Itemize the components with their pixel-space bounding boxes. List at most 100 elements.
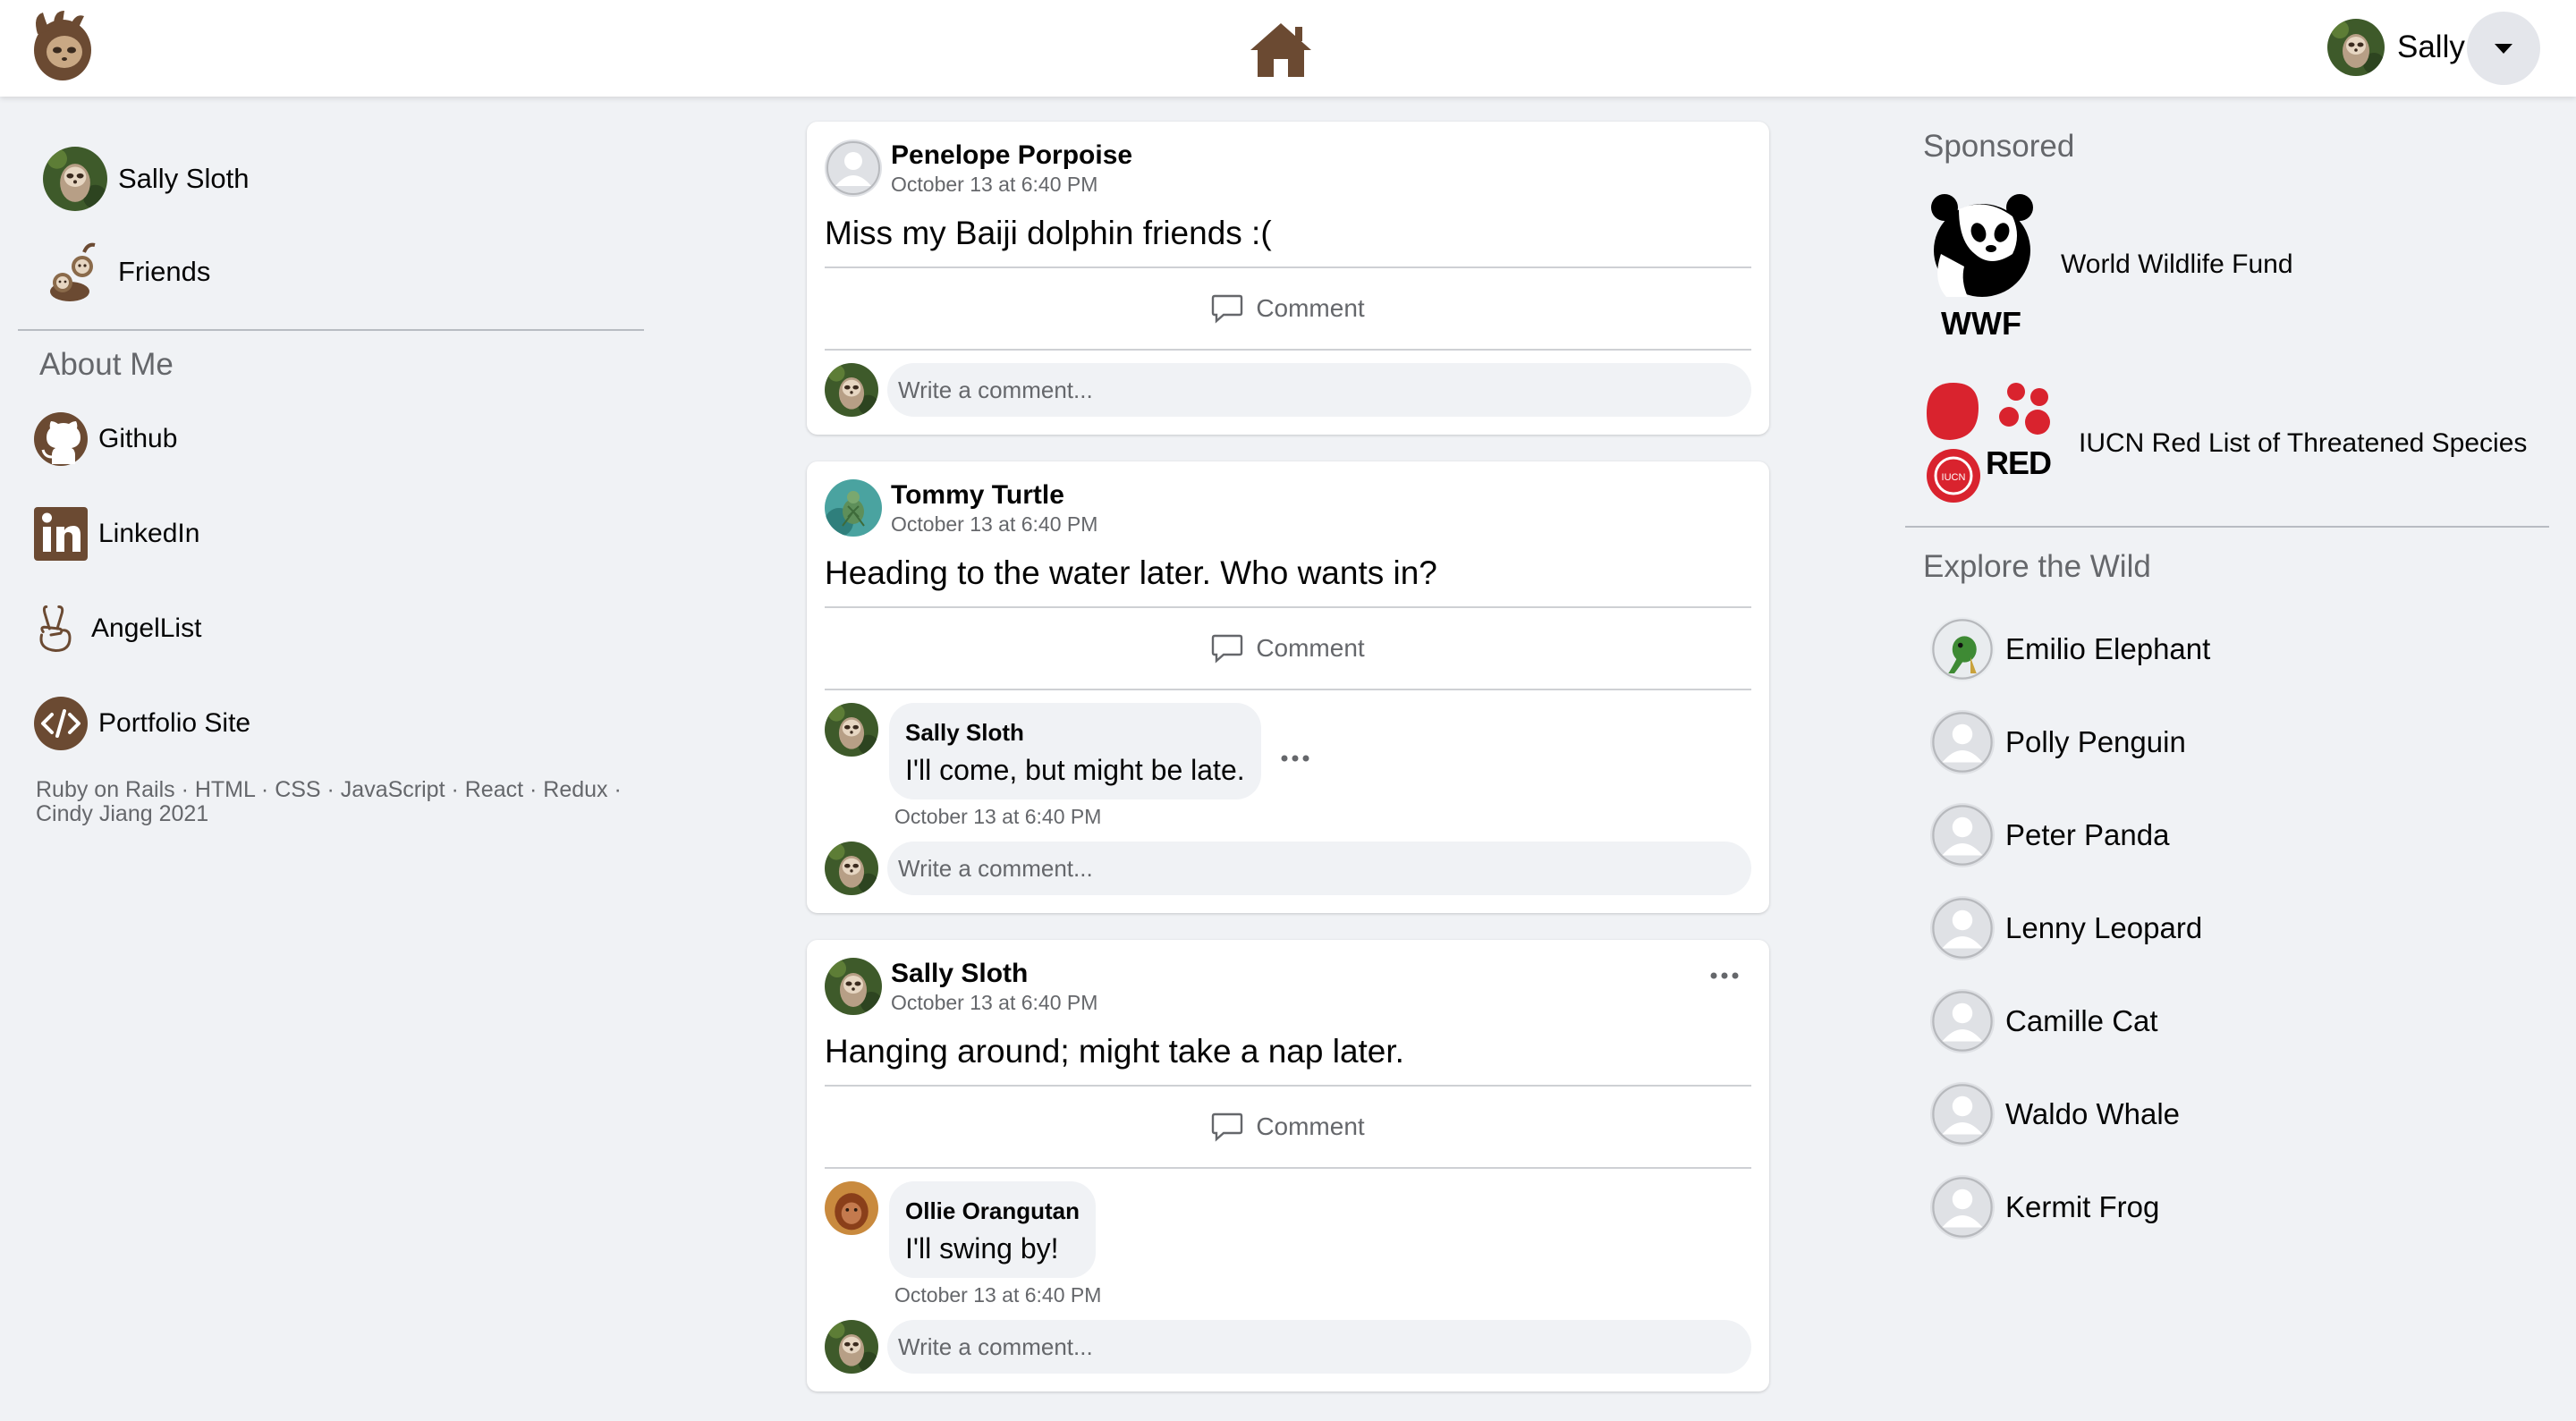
explore-name: Kermit Frog: [2005, 1190, 2160, 1223]
angellist-link[interactable]: AngelList: [18, 581, 644, 676]
caret-down-icon: [2495, 44, 2512, 54]
post-card: Penelope Porpoise October 13 at 6:40 PM …: [807, 122, 1769, 435]
post-header: Penelope Porpoise October 13 at 6:40 PM: [825, 140, 1751, 197]
comment-button[interactable]: Comment: [1211, 293, 1365, 324]
post-timestamp: October 13 at 6:40 PM: [891, 172, 1098, 196]
linkedin-label: LinkedIn: [98, 519, 200, 548]
sloth-logo-icon[interactable]: [27, 7, 98, 84]
linkedin-link[interactable]: LinkedIn: [18, 486, 644, 581]
avatar: [825, 1320, 878, 1374]
explore-item[interactable]: Peter Panda: [1905, 789, 2549, 882]
comment-bubble: Ollie Orangutan I'll swing by!: [889, 1181, 1097, 1278]
sidebar-item-profile[interactable]: Sally Sloth: [18, 132, 644, 225]
comment: Ollie Orangutan I'll swing by!: [825, 1181, 1751, 1278]
comment-author[interactable]: Sally Sloth: [905, 719, 1245, 747]
github-label: Github: [98, 424, 178, 453]
user-name: Sally: [2397, 30, 2465, 64]
post-card: Tommy Turtle October 13 at 6:40 PM Headi…: [807, 461, 1769, 913]
home-icon[interactable]: [1249, 21, 1313, 79]
sidebar-item-friends[interactable]: Friends: [18, 225, 644, 318]
svg-text:IUCN: IUCN: [1942, 472, 1966, 483]
avatar[interactable]: [825, 479, 882, 537]
top-nav: Sally: [0, 0, 2576, 97]
post-body: Miss my Baiji dolphin friends :(: [825, 215, 1272, 251]
comment-input[interactable]: [887, 1320, 1751, 1374]
more-options-icon[interactable]: [1277, 749, 1313, 767]
comment-button[interactable]: Comment: [1211, 633, 1365, 664]
avatar: [1930, 1082, 1995, 1146]
avatar: [1930, 896, 1995, 960]
comment-input[interactable]: [887, 842, 1751, 895]
avatar: [1930, 989, 1995, 1053]
comment-button-label: Comment: [1256, 294, 1365, 322]
comment-bubble: Sally Sloth I'll come, but might be late…: [889, 703, 1261, 799]
post-card: Sally Sloth October 13 at 6:40 PM Hangin…: [807, 940, 1769, 1391]
avatar: [43, 147, 107, 211]
portfolio-label: Portfolio Site: [98, 708, 251, 738]
divider: [825, 689, 1751, 690]
angellist-label: AngelList: [91, 613, 202, 643]
about-me-heading: About Me: [39, 347, 174, 382]
explore-item[interactable]: Polly Penguin: [1905, 696, 2549, 789]
comment-icon: [1211, 633, 1243, 664]
account-menu-button[interactable]: [2467, 12, 2540, 85]
comment-input[interactable]: [887, 363, 1751, 417]
explore-name: Emilio Elephant: [2005, 632, 2211, 665]
code-icon: [34, 697, 88, 750]
iucn-redlist-logo-icon: IUCN RED LIST: [1927, 383, 2057, 503]
tech-stack-footer: Ruby on Rails · HTML · CSS · JavaScript …: [36, 777, 622, 826]
explore-name: Polly Penguin: [2005, 725, 2186, 758]
explore-item[interactable]: Camille Cat: [1905, 975, 2549, 1068]
explore-item[interactable]: Emilio Elephant: [1905, 603, 2549, 696]
news-feed: Penelope Porpoise October 13 at 6:40 PM …: [807, 122, 1769, 1418]
avatar: [1930, 803, 1995, 867]
user-profile-chip[interactable]: Sally: [2315, 18, 2465, 77]
comment-author[interactable]: Ollie Orangutan: [905, 1197, 1080, 1225]
sponsor-item-wwf[interactable]: WWF World Wildlife Fund: [1905, 191, 2549, 338]
comment-button[interactable]: Comment: [1211, 1112, 1365, 1142]
avatar: [2327, 19, 2385, 76]
explore-item[interactable]: Lenny Leopard: [1905, 882, 2549, 975]
comment-button-label: Comment: [1256, 1112, 1365, 1140]
explore-name: Lenny Leopard: [2005, 911, 2203, 944]
post-body: Hanging around; might take a nap later.: [825, 1033, 1404, 1070]
portfolio-link[interactable]: Portfolio Site: [18, 676, 644, 771]
iucn-logo-text: RED LIST: [1986, 444, 2057, 481]
wwf-logo-icon: WWF: [1931, 194, 2033, 338]
right-sidebar: Sponsored WWF World Wildlife Fund IUCN R…: [1905, 97, 2549, 1254]
avatar: [1930, 710, 1995, 774]
sponsor-item-iucn[interactable]: IUCN RED LIST IUCN Red List of Threatene…: [1905, 381, 2549, 506]
sidebar-item-label: Sally Sloth: [118, 163, 250, 194]
linkedin-icon: [34, 507, 88, 561]
avatar[interactable]: [825, 703, 878, 757]
post-header: Tommy Turtle October 13 at 6:40 PM: [825, 479, 1751, 537]
comment: Sally Sloth I'll come, but might be late…: [825, 703, 1751, 799]
comment-text: I'll come, but might be late.: [905, 754, 1245, 786]
explore-item[interactable]: Waldo Whale: [1905, 1068, 2549, 1161]
github-link[interactable]: Github: [18, 392, 644, 486]
post-body: Heading to the water later. Who wants in…: [825, 554, 1437, 591]
post-author[interactable]: Sally Sloth: [891, 959, 1097, 989]
explore-name: Camille Cat: [2005, 1004, 2158, 1037]
comment-icon: [1211, 1112, 1243, 1142]
avatar[interactable]: [825, 958, 882, 1015]
more-options-icon[interactable]: [1707, 967, 1742, 985]
post-author[interactable]: Tommy Turtle: [891, 480, 1097, 511]
comment-button-label: Comment: [1256, 634, 1365, 662]
divider: [18, 329, 644, 331]
comment-composer: [825, 1320, 1751, 1374]
explore-name: Waldo Whale: [2005, 1097, 2181, 1130]
avatar[interactable]: [825, 140, 882, 197]
avatar: [1930, 1175, 1995, 1239]
avatar[interactable]: [825, 1181, 878, 1235]
post-timestamp: October 13 at 6:40 PM: [891, 512, 1098, 536]
explore-name: Peter Panda: [2005, 818, 2170, 851]
post-author[interactable]: Penelope Porpoise: [891, 140, 1132, 171]
divider: [825, 1167, 1751, 1169]
angellist-icon: [39, 605, 72, 652]
comment-text: I'll swing by!: [905, 1232, 1059, 1265]
sponsored-heading: Sponsored: [1923, 129, 2075, 164]
explore-item[interactable]: Kermit Frog: [1905, 1161, 2549, 1254]
post-header: Sally Sloth October 13 at 6:40 PM: [825, 958, 1751, 1015]
explore-heading: Explore the Wild: [1923, 549, 2151, 584]
